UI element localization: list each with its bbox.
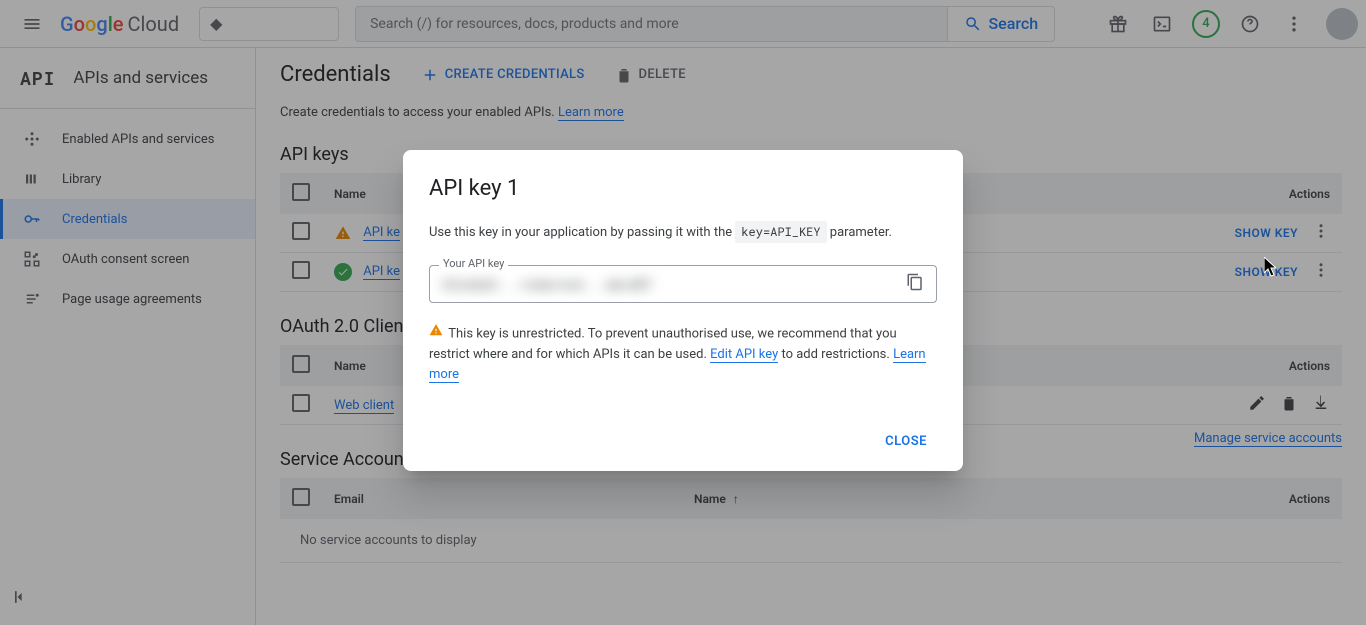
code-param: key=API_KEY (735, 221, 826, 243)
api-key-modal: API key 1 Use this key in your applicati… (403, 150, 963, 471)
modal-warning: This key is unrestricted. To prevent una… (429, 323, 937, 387)
copy-api-key-icon[interactable] (906, 273, 924, 295)
api-key-field-wrap: Your API key AIzaSyD...redacted...abcdEF (429, 265, 937, 303)
close-button[interactable]: CLOSE (875, 426, 937, 457)
edit-api-key-link[interactable]: Edit API key (710, 347, 778, 363)
modal-description: Use this key in your application by pass… (429, 223, 937, 243)
api-key-field-label: Your API key (439, 257, 508, 270)
api-key-field: AIzaSyD...redacted...abcdEF (429, 265, 937, 303)
modal-title: API key 1 (429, 176, 937, 201)
warning-icon (429, 326, 446, 341)
api-key-value[interactable]: AIzaSyD...redacted...abcdEF (442, 275, 653, 293)
